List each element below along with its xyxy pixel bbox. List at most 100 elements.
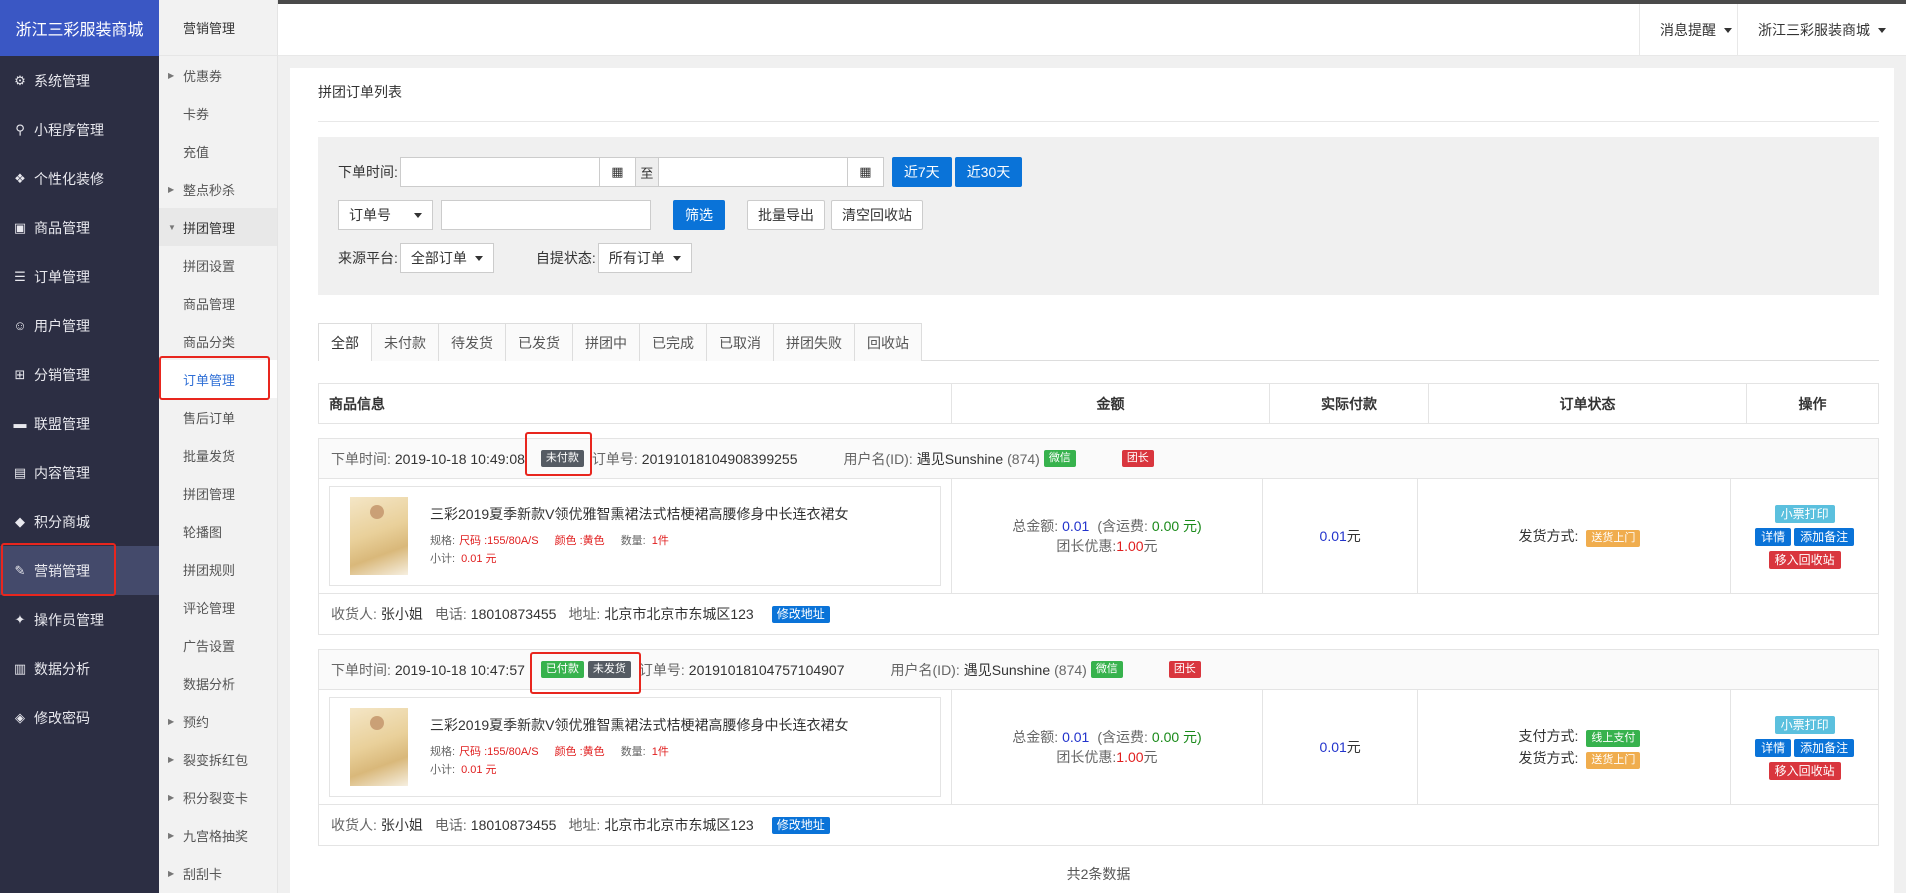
subnav-item-label: 拼团管理: [183, 220, 236, 236]
sidebar-item-6[interactable]: ⊞ 分销管理: [0, 350, 159, 399]
subnav-item-16[interactable]: 数据分析: [159, 664, 277, 702]
source-select[interactable]: 全部订单: [399, 243, 494, 273]
subnav-item-18[interactable]: ▶ 裂变拆红包: [159, 740, 277, 778]
sidebar-item-13[interactable]: ◈ 修改密码: [0, 693, 159, 742]
sidebar-item-5[interactable]: ☺ 用户管理: [0, 301, 159, 350]
tab-0[interactable]: 全部: [318, 323, 372, 361]
sidebar-item-label: 分销管理: [34, 366, 90, 383]
goods-spec: 规格: 尺码 :155/80A/S 颜色 :黄色 数量: 1件: [430, 743, 848, 761]
order-header: 下单时间: 2019-10-18 10:47:57 已付款 未发货 订单号: 201910…: [319, 650, 1878, 690]
status-badge: 未付款: [540, 450, 584, 467]
edit-address-button[interactable]: 修改地址: [771, 605, 830, 623]
col-ops: 操作: [1746, 383, 1879, 424]
tab-3[interactable]: 已发货: [505, 323, 573, 361]
notify-dropdown[interactable]: 消息提醒: [1639, 4, 1752, 56]
product-thumbnail[interactable]: [350, 497, 408, 575]
print-receipt-button[interactable]: 小票打印: [1774, 504, 1835, 523]
detail-button[interactable]: 详情: [1755, 527, 1792, 546]
shop-dropdown[interactable]: 浙江三彩服装商城: [1737, 4, 1906, 56]
sidebar-item-2[interactable]: ❖ 个性化装修: [0, 154, 159, 203]
batch-export-button[interactable]: 批量导出: [747, 200, 825, 230]
search-field-value: 订单号: [349, 207, 391, 223]
end-date-input[interactable]: [657, 157, 848, 187]
detail-button[interactable]: 详情: [1755, 738, 1792, 757]
top-bar: 消息提醒 浙江三彩服装商城: [278, 0, 1906, 56]
qty-value: 1件: [651, 746, 669, 758]
add-note-button[interactable]: 添加备注: [1794, 738, 1855, 757]
tab-1[interactable]: 未付款: [371, 323, 439, 361]
subnav-item-20[interactable]: ▶ 九宫格抽奖: [159, 816, 277, 854]
subnav-item-8[interactable]: 订单管理: [159, 360, 277, 398]
subnav-item-21[interactable]: ▶ 刮刮卡: [159, 854, 277, 892]
brand-title[interactable]: 浙江三彩服装商城: [0, 0, 159, 56]
search-field-select[interactable]: 订单号: [338, 200, 433, 230]
sidebar-item-4[interactable]: ☰ 订单管理: [0, 252, 159, 301]
order-time: 2019-10-18 10:47:57: [394, 661, 525, 678]
paid-value: 0.01: [1319, 528, 1347, 544]
subnav-item-15[interactable]: 广告设置: [159, 626, 277, 664]
sidebar-item-label: 联盟管理: [34, 415, 90, 432]
search-input[interactable]: [441, 200, 651, 230]
order-time-label: 下单时间:: [331, 450, 391, 467]
subnav-item-3[interactable]: ▶ 整点秒杀: [159, 170, 277, 208]
chevron-icon: ▶: [168, 830, 175, 840]
sidebar-item-9[interactable]: ◆ 积分商城: [0, 497, 159, 546]
chevron-icon: ▶: [168, 184, 175, 194]
wechat-badge: 微信: [1043, 450, 1076, 467]
sidebar-item-8[interactable]: ▤ 内容管理: [0, 448, 159, 497]
tab-2[interactable]: 待发货: [438, 323, 506, 361]
calendar-icon[interactable]: ▦: [599, 157, 636, 187]
paid-unit: 元: [1346, 739, 1361, 755]
move-to-recycle-button[interactable]: 移入回收站: [1768, 761, 1841, 780]
order-time: 2019-10-18 10:49:08: [394, 450, 525, 467]
print-receipt-button[interactable]: 小票打印: [1774, 715, 1835, 734]
move-to-recycle-button[interactable]: 移入回收站: [1768, 550, 1841, 569]
subnav-item-0[interactable]: ▶ 优惠券: [159, 56, 277, 94]
subnav-item-14[interactable]: 评论管理: [159, 588, 277, 626]
add-note-button[interactable]: 添加备注: [1794, 527, 1855, 546]
subnav-item-4[interactable]: ▼ 拼团管理: [159, 208, 277, 246]
product-thumbnail[interactable]: [350, 708, 408, 786]
calendar-icon[interactable]: ▦: [847, 157, 884, 187]
subnav-item-2[interactable]: 充值: [159, 132, 277, 170]
start-date-input[interactable]: [399, 157, 600, 187]
subnav-item-7[interactable]: 商品分类: [159, 322, 277, 360]
tab-7[interactable]: 拼团失败: [773, 323, 855, 361]
clear-recycle-button[interactable]: 清空回收站: [831, 200, 923, 230]
filter-button[interactable]: 筛选: [673, 200, 725, 230]
last-7-days-button[interactable]: 近7天: [891, 157, 952, 187]
last-30-days-button[interactable]: 近30天: [954, 157, 1023, 187]
subnav-item-19[interactable]: ▶ 积分裂变卡: [159, 778, 277, 816]
goods-title[interactable]: 三彩2019夏季新款V领优雅智熏裙法式桔梗裙高腰修身中长连衣裙女: [430, 715, 848, 735]
sidebar-item-11[interactable]: ✦ 操作员管理: [0, 595, 159, 644]
sidebar-item-7[interactable]: ▬ 联盟管理: [0, 399, 159, 448]
pickup-select[interactable]: 所有订单: [597, 243, 692, 273]
marketing-icon: ✎: [14, 562, 26, 578]
subnav-item-13[interactable]: 拼团规则: [159, 550, 277, 588]
ops-row: 小票打印: [1774, 715, 1835, 734]
subnav-item-17[interactable]: ▶ 预约: [159, 702, 277, 740]
subnav-item-1[interactable]: 卡券: [159, 94, 277, 132]
tab-4[interactable]: 拼团中: [572, 323, 640, 361]
sidebar-item-12[interactable]: ▥ 数据分析: [0, 644, 159, 693]
order-card: 下单时间: 2019-10-18 10:47:57 已付款 未发货 订单号: 201910…: [318, 649, 1879, 846]
subnav-item-label: 刮刮卡: [183, 866, 223, 882]
subnav-item-12[interactable]: 轮播图: [159, 512, 277, 550]
sidebar-item-1[interactable]: ⚲ 小程序管理: [0, 105, 159, 154]
subnav-item-10[interactable]: 批量发货: [159, 436, 277, 474]
tab-6[interactable]: 已取消: [706, 323, 774, 361]
sidebar-item-3[interactable]: ▣ 商品管理: [0, 203, 159, 252]
subnav-item-5[interactable]: 拼团设置: [159, 246, 277, 284]
tab-5[interactable]: 已完成: [639, 323, 707, 361]
sidebar-item-10[interactable]: ✎ 营销管理: [0, 546, 159, 595]
chevron-icon: ▼: [168, 222, 176, 232]
subnav-item-6[interactable]: 商品管理: [159, 284, 277, 322]
subnav-item-11[interactable]: 拼团管理: [159, 474, 277, 512]
tab-8[interactable]: 回收站: [854, 323, 922, 361]
address-value: 北京市北京市东城区123: [604, 606, 754, 622]
subnav-item-label: 商品分类: [183, 334, 236, 350]
subnav-item-9[interactable]: 售后订单: [159, 398, 277, 436]
sidebar-item-0[interactable]: ⚙ 系统管理: [0, 56, 159, 105]
edit-address-button[interactable]: 修改地址: [771, 816, 830, 834]
goods-title[interactable]: 三彩2019夏季新款V领优雅智熏裙法式桔梗裙高腰修身中长连衣裙女: [430, 504, 848, 524]
